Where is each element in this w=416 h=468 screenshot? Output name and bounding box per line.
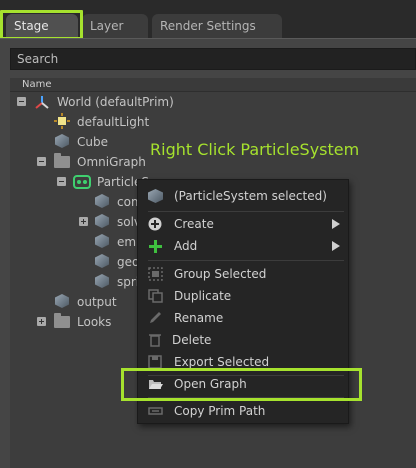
menu-item-delete-label: Delete: [172, 333, 212, 347]
stage-tab-highlight: [0, 10, 83, 40]
plus-icon: [148, 239, 163, 253]
tree-item-spri-label: spri: [117, 275, 140, 289]
menu-item-create-label: Create: [174, 217, 214, 231]
tab-render-settings-label: Render Settings: [160, 19, 256, 33]
annotation-text: Right Click ParticleSystem: [150, 140, 360, 159]
menu-item-selected-info: (ParticleSystem selected): [138, 185, 348, 207]
particle-system-icon: [73, 175, 91, 189]
tree-item-world[interactable]: World (defaultPrim): [57, 92, 174, 112]
search-input[interactable]: Search: [10, 48, 416, 70]
save-icon: [148, 355, 162, 369]
tree-item-cube[interactable]: Cube: [77, 132, 108, 152]
pencil-icon: [150, 312, 161, 323]
tree-item-geo[interactable]: geo: [117, 252, 139, 272]
menu-item-duplicate-label: Duplicate: [174, 289, 232, 303]
menu-item-add[interactable]: Add: [138, 235, 348, 257]
group-icon: [148, 267, 163, 281]
tree-item-omnigraph[interactable]: OmniGraph: [77, 152, 146, 172]
menu-item-delete[interactable]: Delete: [138, 329, 348, 351]
menu-separator: [148, 211, 344, 212]
menu-item-copy-prim-path-label: Copy Prim Path: [174, 404, 266, 418]
tree-item-defaultlight-label: defaultLight: [77, 115, 150, 129]
expand-toggle-looks[interactable]: [37, 317, 46, 326]
menu-separator: [148, 260, 344, 261]
tree-item-looks[interactable]: Looks: [77, 312, 111, 332]
menu-item-create[interactable]: Create: [138, 213, 348, 235]
open-graph-highlight: [121, 368, 362, 401]
tree-item-defaultlight[interactable]: defaultLight: [77, 112, 149, 132]
tab-render-settings[interactable]: Render Settings: [152, 14, 282, 38]
light-icon: [54, 113, 70, 129]
expand-toggle-solv[interactable]: [79, 217, 88, 226]
collapse-toggle-particlesystem[interactable]: [57, 177, 66, 186]
menu-item-duplicate[interactable]: Duplicate: [138, 285, 348, 307]
collapse-toggle-omnigraph[interactable]: [37, 157, 46, 166]
tree-item-cube-label: Cube: [77, 135, 108, 149]
trash-icon: [149, 334, 161, 347]
collapse-toggle-world[interactable]: [17, 97, 26, 106]
duplicate-icon: [148, 289, 163, 303]
tree-item-spri[interactable]: spri: [117, 272, 139, 292]
submenu-arrow-icon: [332, 241, 340, 251]
tree-item-geo-label: geo: [117, 255, 140, 269]
axes-icon: [35, 96, 49, 109]
plus-circle-icon: [148, 217, 162, 231]
column-header-name[interactable]: Name: [10, 78, 416, 92]
folder-icon: [54, 153, 70, 168]
menu-item-rename-label: Rename: [174, 311, 224, 325]
menu-item-rename[interactable]: Rename: [138, 307, 348, 329]
cube-icon: [148, 189, 163, 203]
copy-path-icon: [148, 407, 163, 415]
tree-item-output-label: output: [77, 295, 117, 309]
tab-layer[interactable]: Layer: [82, 14, 148, 38]
tab-layer-label: Layer: [90, 19, 124, 33]
tree-item-looks-label: Looks: [77, 315, 112, 329]
menu-item-selected-info-label: (ParticleSystem selected): [174, 189, 327, 203]
folder-icon: [54, 313, 70, 328]
tree-item-world-label: World (defaultPrim): [57, 95, 174, 109]
menu-item-group-selected-label: Group Selected: [174, 267, 267, 281]
menu-item-copy-prim-path[interactable]: Copy Prim Path: [138, 400, 348, 422]
submenu-arrow-icon: [332, 219, 340, 229]
menu-item-add-label: Add: [174, 239, 198, 253]
tree-item-output[interactable]: output: [77, 292, 117, 312]
tree-item-omnigraph-label: OmniGraph: [77, 155, 146, 169]
menu-item-group-selected[interactable]: Group Selected: [138, 263, 348, 285]
